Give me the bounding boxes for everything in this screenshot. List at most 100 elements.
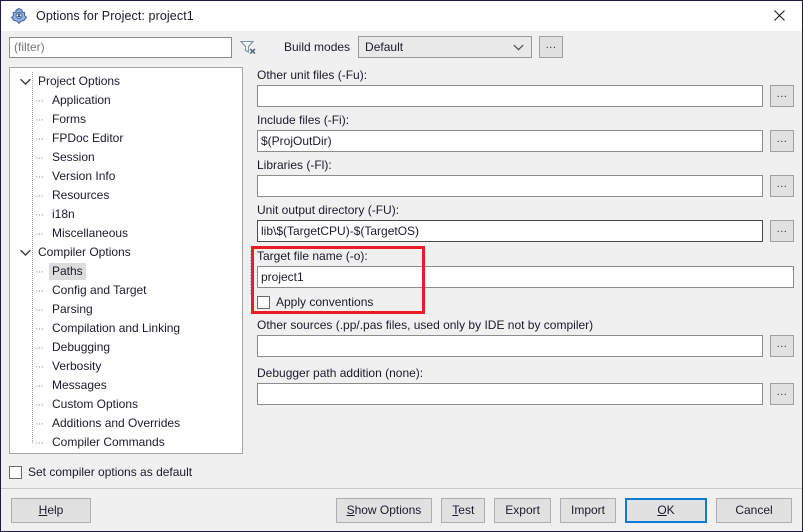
- tree-item-label: Additions and Overrides: [52, 416, 181, 430]
- tree-item-debugging[interactable]: ··· Debugging: [10, 338, 242, 357]
- filter-input[interactable]: [9, 36, 232, 58]
- tree-item-application[interactable]: ··· Application: [10, 91, 242, 110]
- libraries-input[interactable]: [257, 175, 763, 197]
- include-files-row: ...: [257, 129, 794, 153]
- close-window-button[interactable]: [757, 1, 802, 30]
- build-modes-ellipsis-button[interactable]: ...: [539, 36, 564, 58]
- window-title: Options for Project: project1: [36, 9, 194, 23]
- show-options-button[interactable]: Show Options: [335, 497, 433, 523]
- libraries-row: ...: [257, 174, 794, 198]
- options-tree[interactable]: Project Options ··· Application ··· Forms ···…: [9, 67, 243, 454]
- tree-item-label: Compiler Options: [38, 245, 131, 259]
- show-options-button-label: Show Options: [346, 503, 422, 517]
- lazarus-logo-icon: [10, 7, 28, 25]
- tree-item-session[interactable]: ··· Session: [10, 148, 242, 167]
- target-file-name-input[interactable]: [257, 266, 794, 288]
- include-files-browse-button[interactable]: ...: [770, 130, 794, 152]
- export-button-label: Export: [505, 503, 540, 517]
- tree-item-custom-options[interactable]: ··· Custom Options: [10, 395, 242, 414]
- tree-item-paths[interactable]: ··· Paths: [10, 262, 242, 281]
- other-sources-label: Other sources (.pp/.pas files, used only…: [257, 318, 594, 332]
- target-file-name-label: Target file name (-o):: [257, 249, 368, 263]
- tree-item-label: Debugging: [52, 340, 111, 354]
- include-files-browse-label: ...: [776, 132, 788, 145]
- tree-branch-icon: ···: [35, 417, 44, 430]
- tree-branch-icon: ···: [35, 170, 44, 183]
- tree-branch-icon: ···: [35, 208, 44, 221]
- debugger-path-browse-button[interactable]: ...: [770, 383, 794, 405]
- tree-item-compilation-and-linking[interactable]: ··· Compilation and Linking: [10, 319, 242, 338]
- include-files-input[interactable]: [257, 130, 763, 152]
- tree-item-label: Paths: [49, 263, 86, 280]
- tree-item-project-options[interactable]: Project Options: [10, 72, 242, 91]
- tree-item-label: Version Info: [52, 169, 116, 183]
- other-unit-files-input[interactable]: [257, 85, 763, 107]
- options-navigation-panel: Project Options ··· Application ··· Forms ···…: [1, 63, 251, 488]
- chevron-down-icon[interactable]: [18, 72, 33, 91]
- other-sources-browse-button[interactable]: ...: [770, 335, 794, 357]
- tree-branch-icon: ···: [35, 360, 44, 373]
- import-button[interactable]: Import: [559, 497, 616, 523]
- apply-conventions-checkbox[interactable]: [257, 295, 270, 309]
- dialog-content: Project Options ··· Application ··· Forms ···…: [1, 63, 802, 488]
- unit-output-directory-row: ...: [257, 219, 794, 243]
- tree-branch-icon: ···: [35, 151, 44, 164]
- debugger-path-label: Debugger path addition (none):: [257, 366, 424, 380]
- tree-item-compiler-options[interactable]: Compiler Options: [10, 243, 242, 262]
- unit-output-directory-browse-label: ...: [776, 222, 788, 235]
- test-button-label: Test: [452, 503, 475, 517]
- help-button-label: Help: [38, 503, 64, 517]
- tree-branch-icon: ···: [35, 398, 44, 411]
- tree-item-label: Compilation and Linking: [52, 321, 181, 335]
- tree-item-label: Resources: [52, 188, 110, 202]
- tree-branch-icon: ···: [35, 303, 44, 316]
- debugger-path-input[interactable]: [257, 383, 763, 405]
- export-button[interactable]: Export: [494, 497, 551, 523]
- unit-output-directory-label: Unit output directory (-FU):: [257, 203, 400, 217]
- tree-branch-icon: ···: [35, 379, 44, 392]
- filter-clear-button[interactable]: [238, 37, 258, 58]
- tree-item-config-and-target[interactable]: ··· Config and Target: [10, 281, 242, 300]
- other-unit-files-browse-button[interactable]: ...: [770, 85, 794, 107]
- tree-item-parsing[interactable]: ··· Parsing: [10, 300, 242, 319]
- tree-branch-icon: ···: [35, 436, 44, 449]
- tree-item-fpdoc-editor[interactable]: ··· FPDoc Editor: [10, 129, 242, 148]
- apply-conventions-row[interactable]: Apply conventions: [257, 292, 794, 312]
- tree-item-label: Config and Target: [52, 283, 147, 297]
- tree-item-forms[interactable]: ··· Forms: [10, 110, 242, 129]
- build-modes-label: Build modes: [284, 40, 351, 54]
- test-button[interactable]: Test: [441, 497, 486, 523]
- help-button[interactable]: Help: [11, 497, 91, 523]
- chevron-down-icon[interactable]: [18, 243, 33, 262]
- cancel-button[interactable]: Cancel: [716, 497, 792, 523]
- tree-item-label: Project Options: [38, 74, 121, 88]
- tree-branch-icon: ···: [35, 284, 44, 297]
- tree-item-compiler-commands[interactable]: ··· Compiler Commands: [10, 433, 242, 452]
- unit-output-directory-input[interactable]: [257, 220, 763, 242]
- tree-branch-icon: ···: [35, 132, 44, 145]
- filter-clear-icon: [239, 40, 256, 55]
- tree-item-additions-and-overrides[interactable]: ··· Additions and Overrides: [10, 414, 242, 433]
- tree-item-version-info[interactable]: ··· Version Info: [10, 167, 242, 186]
- tree-item-label: FPDoc Editor: [52, 131, 124, 145]
- set-compiler-options-default-row[interactable]: Set compiler options as default: [9, 462, 251, 482]
- set-compiler-options-default-checkbox[interactable]: [9, 465, 22, 479]
- build-mode-select[interactable]: Default: [358, 36, 533, 58]
- ok-button-label: OK: [657, 503, 675, 517]
- tree-item-miscellaneous[interactable]: ··· Miscellaneous: [10, 224, 242, 243]
- build-modes-ellipsis-label: ...: [545, 38, 557, 51]
- tree-item-messages[interactable]: ··· Messages: [10, 376, 242, 395]
- tree-item-label: Miscellaneous: [52, 226, 129, 240]
- unit-output-directory-browse-button[interactable]: ...: [770, 220, 794, 242]
- libraries-browse-button[interactable]: ...: [770, 175, 794, 197]
- tree-item-resources[interactable]: ··· Resources: [10, 186, 242, 205]
- other-sources-input[interactable]: [257, 335, 763, 357]
- debugger-path-browse-label: ...: [776, 385, 788, 398]
- tree-branch-icon: ···: [35, 94, 44, 107]
- tree-item-label: Forms: [52, 112, 86, 126]
- ok-button[interactable]: OK: [625, 497, 707, 523]
- tree-branch-icon: ···: [35, 341, 44, 354]
- tree-branch-icon: ···: [35, 265, 44, 278]
- tree-item-i18n[interactable]: ··· i18n: [10, 205, 242, 224]
- tree-item-verbosity[interactable]: ··· Verbosity: [10, 357, 242, 376]
